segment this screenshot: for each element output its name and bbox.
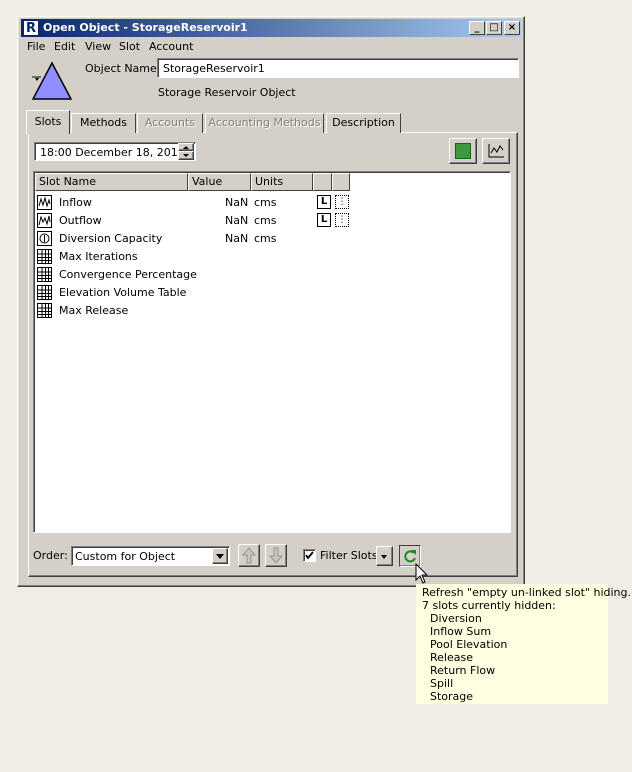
move-up-button[interactable] bbox=[238, 544, 260, 567]
menu-slot[interactable]: Slot bbox=[119, 40, 140, 53]
mouse-cursor-icon bbox=[415, 563, 429, 584]
order-label: Order: bbox=[33, 549, 68, 562]
display-toggle-icon[interactable]: ⋮ bbox=[335, 195, 349, 209]
object-name-field[interactable]: StorageReservoir1 bbox=[157, 58, 519, 78]
arrow-up-icon bbox=[241, 547, 257, 564]
chevron-down-icon bbox=[381, 555, 387, 559]
object-name-value: StorageReservoir1 bbox=[163, 62, 265, 75]
hidden-slot-item: Storage bbox=[430, 690, 474, 703]
tab-methods[interactable]: Methods bbox=[71, 113, 136, 133]
series-slot-icon bbox=[37, 195, 52, 210]
menu-file[interactable]: File bbox=[27, 40, 45, 53]
filter-options-button[interactable] bbox=[376, 546, 393, 566]
scalar-slot-icon bbox=[37, 231, 52, 246]
order-select[interactable]: Custom for Object bbox=[71, 546, 230, 566]
refresh-tooltip: Refresh "empty un-linked slot" hiding. 7… bbox=[416, 584, 632, 704]
tab-description-label: Description bbox=[332, 116, 395, 129]
title-bar[interactable]: R Open Object - StorageReservoir1 _ □ × bbox=[21, 19, 521, 37]
table-row[interactable]: Diversion Capacity NaN cms bbox=[37, 230, 357, 248]
menu-bar: File Edit View Slot Account bbox=[21, 38, 521, 56]
table-row[interactable]: Inflow NaN cms L ⋮ bbox=[37, 194, 357, 212]
tab-accounts-label: Accounts bbox=[144, 116, 196, 129]
table-row[interactable]: Max Release bbox=[37, 302, 357, 320]
plot-button[interactable] bbox=[482, 138, 510, 164]
hidden-slot-item: Spill bbox=[430, 677, 454, 690]
object-type-label: Storage Reservoir Object bbox=[158, 86, 296, 99]
display-toggle-icon[interactable]: ⋮ bbox=[335, 213, 349, 227]
storage-reservoir-icon bbox=[31, 61, 73, 100]
table-row[interactable]: Max Iterations bbox=[37, 248, 357, 266]
tab-accounting-methods: Accounting Methods bbox=[205, 113, 324, 133]
column-value[interactable]: Value bbox=[188, 173, 251, 191]
hidden-slot-item: Return Flow bbox=[430, 664, 496, 677]
table-row[interactable]: Outflow NaN cms L ⋮ bbox=[37, 212, 357, 230]
menu-edit[interactable]: Edit bbox=[54, 40, 75, 53]
green-square-icon bbox=[455, 143, 471, 159]
color-button[interactable] bbox=[449, 138, 477, 164]
hidden-slot-item: Release bbox=[430, 651, 473, 664]
hidden-slot-item: Pool Elevation bbox=[430, 638, 508, 651]
slot-units: cms bbox=[254, 232, 277, 245]
order-dropdown-button[interactable] bbox=[212, 548, 228, 564]
linked-indicator[interactable]: L bbox=[317, 195, 331, 209]
column-link[interactable] bbox=[313, 173, 332, 191]
tab-accounts: Accounts bbox=[137, 113, 203, 133]
spin-up-icon bbox=[183, 146, 189, 149]
slot-name: Inflow bbox=[59, 196, 92, 209]
slot-value: NaN bbox=[225, 196, 249, 209]
tab-slots[interactable]: Slots bbox=[26, 110, 70, 134]
spin-up-button[interactable] bbox=[178, 143, 194, 151]
tooltip-line-2: 7 slots currently hidden: bbox=[422, 599, 556, 612]
close-button[interactable]: × bbox=[504, 21, 520, 35]
column-slot-name[interactable]: Slot Name bbox=[35, 173, 188, 191]
tooltip-line-1: Refresh "empty un-linked slot" hiding. bbox=[422, 586, 632, 599]
slot-name: Elevation Volume Table bbox=[59, 286, 187, 299]
spin-down-button[interactable] bbox=[178, 151, 194, 160]
move-down-button[interactable] bbox=[265, 544, 287, 567]
object-name-label: Object Name: bbox=[85, 62, 161, 75]
arrow-down-icon bbox=[268, 547, 284, 564]
menu-account[interactable]: Account bbox=[149, 40, 193, 53]
hidden-slot-item: Inflow Sum bbox=[430, 625, 492, 638]
column-units[interactable]: Units bbox=[251, 173, 313, 191]
slot-name: Max Release bbox=[59, 304, 129, 317]
table-row[interactable]: Convergence Percentage bbox=[37, 266, 357, 284]
tab-slots-label: Slots bbox=[34, 115, 62, 128]
slot-units: cms bbox=[254, 196, 277, 209]
tab-description[interactable]: Description bbox=[326, 113, 401, 133]
plot-icon bbox=[488, 144, 504, 158]
datetime-spinner[interactable]: 18:00 December 18, 2012 bbox=[34, 142, 196, 161]
datetime-value: 18:00 December 18, 2012 bbox=[40, 146, 185, 159]
series-slot-icon bbox=[37, 213, 52, 228]
menu-view[interactable]: View bbox=[85, 40, 111, 53]
slot-value: NaN bbox=[225, 232, 249, 245]
tab-accounting-methods-label: Accounting Methods bbox=[208, 116, 321, 129]
table-row[interactable]: Elevation Volume Table bbox=[37, 284, 357, 302]
order-value: Custom for Object bbox=[75, 550, 176, 563]
table-slot-icon bbox=[37, 285, 52, 300]
chevron-down-icon bbox=[216, 554, 224, 559]
table-slot-icon bbox=[37, 249, 52, 264]
filter-slots-checkbox[interactable] bbox=[303, 549, 316, 562]
slot-value: NaN bbox=[225, 214, 249, 227]
slot-name: Max Iterations bbox=[59, 250, 138, 263]
hidden-slot-item: Diversion bbox=[430, 612, 482, 625]
filter-slots-label: Filter Slots bbox=[320, 549, 378, 562]
app-icon: R bbox=[23, 20, 39, 36]
tab-methods-label: Methods bbox=[80, 116, 127, 129]
slot-units: cms bbox=[254, 214, 277, 227]
linked-indicator[interactable]: L bbox=[317, 213, 331, 227]
column-display[interactable] bbox=[332, 173, 350, 191]
slot-name: Outflow bbox=[59, 214, 102, 227]
table-slot-icon bbox=[37, 267, 52, 282]
checkmark-icon bbox=[305, 551, 314, 560]
table-slot-icon bbox=[37, 303, 52, 318]
spin-down-icon bbox=[183, 154, 189, 157]
minimize-button[interactable]: _ bbox=[469, 21, 485, 35]
maximize-button[interactable]: □ bbox=[486, 21, 502, 35]
window-title: Open Object - StorageReservoir1 bbox=[43, 21, 248, 34]
slot-name: Diversion Capacity bbox=[59, 232, 163, 245]
slot-name: Convergence Percentage bbox=[59, 268, 197, 281]
